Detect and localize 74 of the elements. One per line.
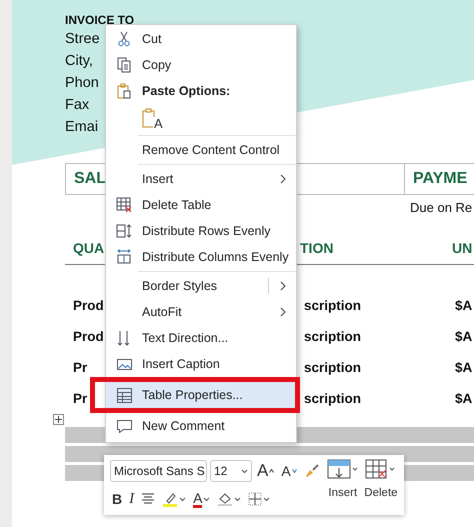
grow-font-button[interactable]: A (255, 460, 276, 482)
caret-icon (234, 496, 242, 502)
clipboard-icon (115, 82, 133, 100)
menu-item[interactable]: Copy (106, 52, 296, 78)
caret-icon (263, 496, 270, 502)
table-cell: scription (304, 359, 362, 377)
table-cell: $A (455, 390, 472, 408)
menu-item[interactable]: Border Styles (106, 273, 296, 299)
menu-item[interactable]: Distribute Rows Evenly (106, 218, 296, 244)
address-line: Fax (65, 96, 90, 115)
menu-item[interactable]: Cut (106, 26, 296, 52)
menu-item[interactable]: Table Properties... (106, 382, 296, 408)
table-cell: Pr (73, 390, 88, 408)
chevron-right-icon (279, 307, 287, 317)
payment-terms: Due on Re (410, 200, 472, 216)
up-caret-icon (269, 469, 274, 473)
column-header: UN (452, 240, 472, 256)
address-line: Emai (65, 118, 98, 137)
table-cell: scription (304, 328, 362, 346)
paste-options-heading: Paste Options: (142, 84, 232, 98)
chevron-right-icon (279, 281, 287, 291)
align-center-icon (141, 493, 156, 505)
caption-icon (116, 358, 132, 370)
distribute-rows-icon (115, 222, 133, 240)
table-cell: scription (304, 297, 362, 315)
bold-button[interactable]: B (110, 488, 124, 510)
chevron-right-icon (279, 174, 287, 184)
menu-item[interactable]: AutoFit (106, 299, 296, 325)
menu-item[interactable]: New Comment (106, 413, 296, 439)
font-name-field[interactable]: Microsoft Sans S (110, 460, 207, 482)
paste-keep-text-button[interactable]: A (142, 106, 162, 132)
caret-icon (292, 469, 297, 473)
comment-icon (116, 420, 132, 432)
table-cell: $A (455, 328, 472, 346)
delete-button[interactable]: Delete (364, 459, 398, 511)
distribute-columns-icon (115, 248, 133, 266)
address-line: Phon (65, 74, 99, 93)
menu-item[interactable]: Text Direction... (106, 325, 296, 351)
column-header: TION (300, 240, 334, 256)
paint-bucket-icon (217, 491, 234, 507)
font-size-field[interactable]: 12 (210, 460, 252, 482)
address-line: City, (65, 52, 93, 71)
menu-item[interactable]: Remove Content Control (106, 137, 296, 163)
insert-table-icon (326, 459, 359, 481)
borders-icon (248, 492, 262, 506)
menu-item[interactable]: Distribute Columns Evenly (106, 244, 296, 270)
table-properties-icon (116, 388, 132, 402)
highlighter-icon (162, 491, 178, 507)
menu-item[interactable]: Delete Table (106, 192, 296, 218)
paintbrush-icon (304, 463, 320, 479)
shrink-font-button[interactable]: A (279, 460, 299, 482)
column-header: QUA (73, 240, 104, 256)
menu-item[interactable]: Insert (106, 166, 296, 192)
invoice-heading: INVOICE TO (65, 12, 134, 28)
italic-button[interactable]: I (127, 488, 136, 510)
table-cell: Pr (73, 359, 88, 377)
sales-header: SAL (74, 170, 106, 188)
caret-icon (241, 468, 248, 474)
table-cell: $A (455, 359, 472, 377)
caret-icon (203, 496, 210, 502)
font-color-button[interactable]: A (191, 488, 212, 510)
table-cell: scription (304, 390, 362, 408)
table-cell: $A (455, 297, 472, 315)
payment-header: PAYME (413, 170, 468, 188)
delete-table-icon (364, 459, 397, 481)
table-move-handle-icon[interactable] (53, 414, 64, 425)
address-line: Stree (65, 30, 100, 49)
insert-button[interactable]: Insert (326, 459, 360, 511)
menu-item[interactable]: Insert Caption (106, 351, 296, 377)
delete-table-icon (115, 196, 133, 214)
copy-icon (115, 56, 133, 74)
table-cell: Prod (73, 328, 104, 346)
table-cell: Prod (73, 297, 104, 315)
caret-icon (179, 496, 186, 502)
